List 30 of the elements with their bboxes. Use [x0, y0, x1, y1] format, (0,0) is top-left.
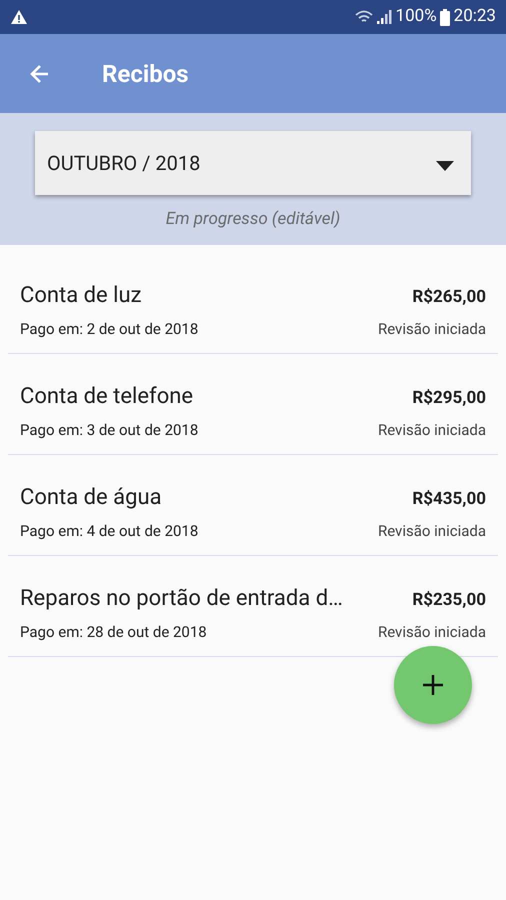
receipt-item[interactable]: Conta de água R$435,00 Pago em: 4 de out de 2018 Revisão iniciada [8, 455, 498, 556]
payment-date: Pago em: 3 de out de 2018 [20, 420, 198, 441]
review-status: Revisão iniciada [378, 521, 486, 542]
receipt-title: Conta de telefone [20, 383, 194, 411]
warning-icon [10, 9, 28, 25]
battery-percentage: 100% [396, 5, 437, 28]
receipt-title: Conta de água [20, 484, 162, 512]
review-status: Revisão iniciada [378, 420, 486, 441]
clock-time: 20:23 [454, 5, 496, 28]
month-dropdown[interactable]: OUTUBRO / 2018 [35, 131, 471, 195]
review-status: Revisão iniciada [378, 622, 486, 643]
payment-date: Pago em: 4 de out de 2018 [20, 521, 198, 542]
receipt-title: Conta de luz [20, 282, 142, 310]
receipt-amount: R$235,00 [412, 589, 486, 612]
battery-icon [440, 8, 450, 26]
caret-icon [435, 160, 455, 172]
receipt-amount: R$265,00 [412, 286, 486, 309]
receipt-item[interactable]: Conta de luz R$265,00 Pago em: 2 de out de 2018 Revisão iniciada [8, 253, 498, 354]
plus-icon [422, 674, 444, 696]
payment-date: Pago em: 2 de out de 2018 [20, 319, 198, 340]
period-status: Em progresso (editável) [166, 208, 340, 231]
review-status: Revisão iniciada [378, 319, 486, 340]
payment-date: Pago em: 28 de out de 2018 [20, 622, 207, 643]
receipt-amount: R$435,00 [412, 488, 486, 511]
receipt-title: Reparos no portão de entrada d… [20, 585, 343, 613]
add-button[interactable] [394, 646, 472, 724]
receipt-amount: R$295,00 [412, 387, 486, 410]
signal-icon [376, 9, 392, 25]
page-title: Recibos [102, 58, 189, 90]
receipt-item[interactable]: Conta de telefone R$295,00 Pago em: 3 de out de 2018 Revisão iniciada [8, 354, 498, 455]
